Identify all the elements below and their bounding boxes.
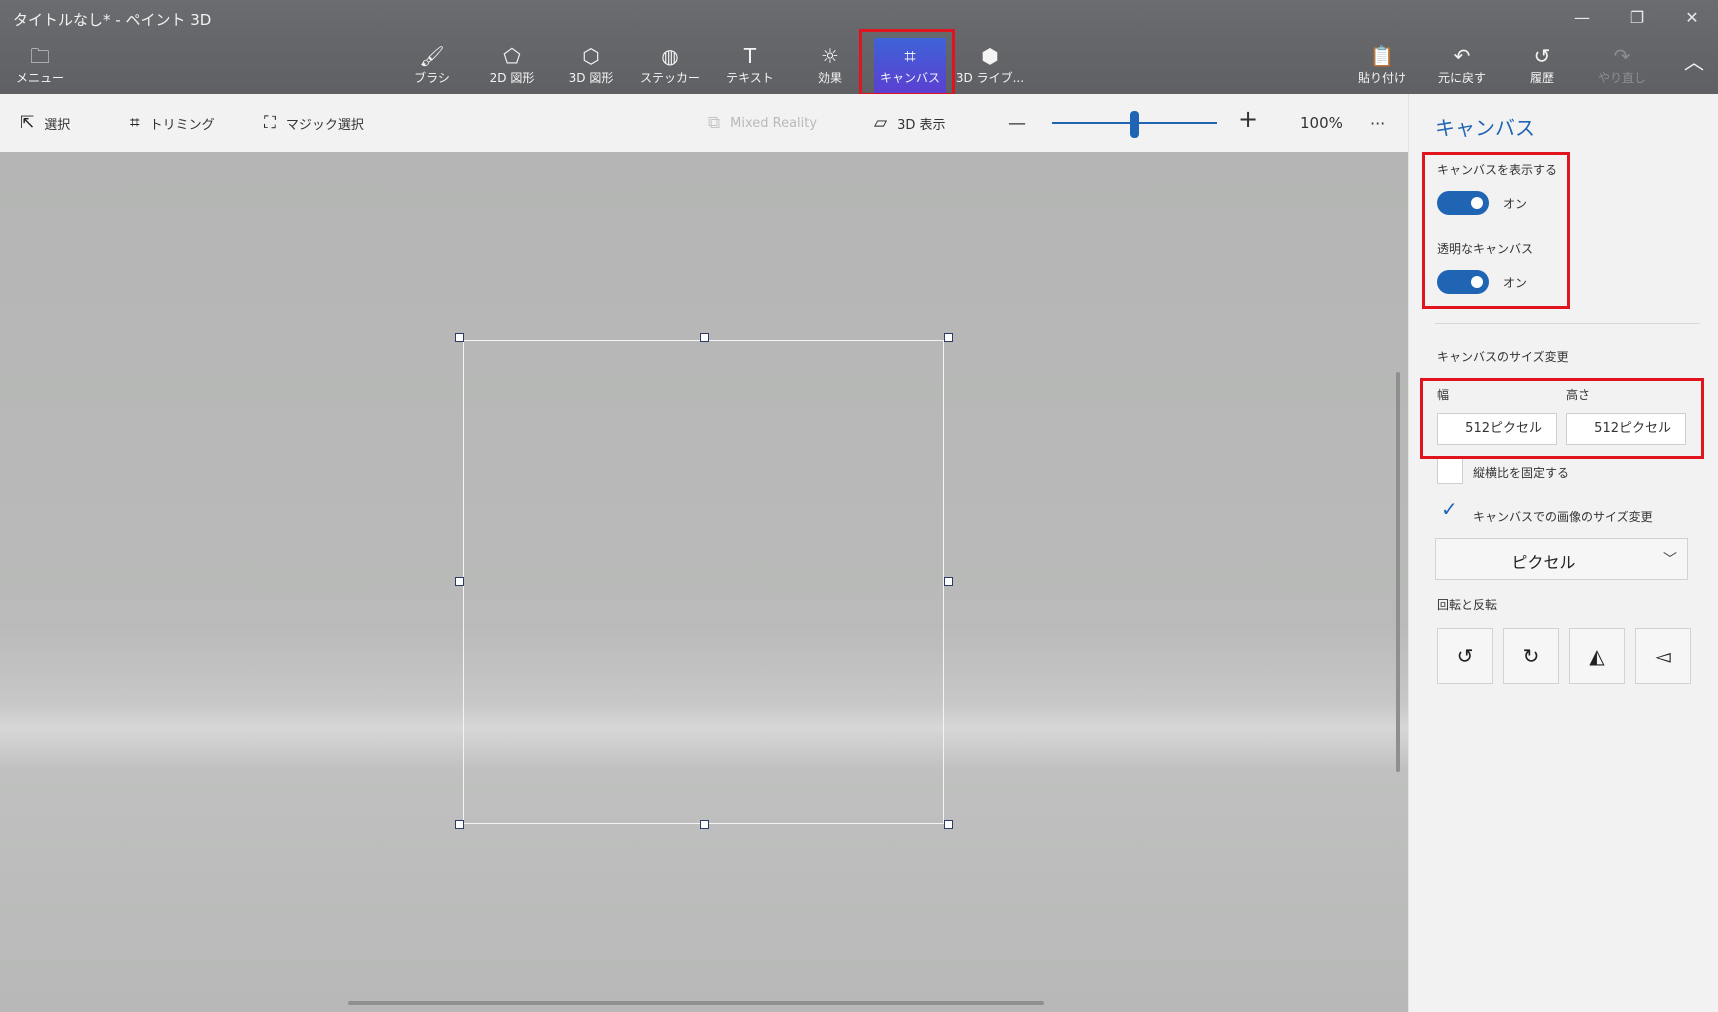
transparent-canvas-label: 透明なキャンバス — [1437, 242, 1534, 256]
flip-vertical-icon: ◅ — [1655, 644, 1671, 668]
height-label: 高さ — [1566, 388, 1591, 402]
zoom-out-button[interactable]: — — [1008, 111, 1026, 135]
resize-handle[interactable] — [455, 577, 464, 586]
redo-button[interactable]: ↷ やり直し — [1586, 44, 1658, 92]
3d-shapes-icon: ⬡ — [582, 44, 600, 68]
crop-tool[interactable]: ⌗ トリミング — [130, 111, 215, 135]
mixed-reality-icon: ⧉ — [708, 113, 721, 133]
magic-select-tool[interactable]: ⛶ マジック選択 — [264, 111, 364, 135]
tab-text[interactable]: T テキスト — [714, 44, 786, 92]
chevron-down-icon: ﹀ — [1663, 552, 1677, 568]
rotate-flip-label: 回転と反転 — [1437, 598, 1498, 612]
rotate-right-icon: ↻ — [1522, 644, 1540, 668]
resize-image-checkbox[interactable]: ✓ — [1441, 497, 1458, 521]
panel-title: キャンバス — [1435, 116, 1535, 140]
magic-select-icon: ⛶ — [264, 113, 276, 133]
tab-3d-shapes[interactable]: ⬡ 3D 図形 — [555, 44, 627, 92]
flip-horizontal-icon: ◭ — [1589, 644, 1605, 668]
chevron-up-icon: ︿ — [1684, 50, 1704, 74]
width-label: 幅 — [1437, 388, 1450, 402]
flip-vertical-button[interactable]: ◅ — [1635, 628, 1691, 684]
canvas-panel: キャンバス キャンバスを表示する オン 透明なキャンバス オン キャンバスのサイ… — [1408, 94, 1718, 1012]
rotate-left-button[interactable]: ↺ — [1437, 628, 1493, 684]
zoom-slider-thumb[interactable] — [1130, 111, 1139, 138]
tab-3d-library[interactable]: ⬢ 3D ライブ... — [954, 44, 1026, 92]
resize-label: キャンバスのサイズ変更 — [1437, 350, 1569, 364]
unit-dropdown[interactable]: ピクセル ﹀ — [1435, 538, 1688, 580]
folder-icon: 🗀 — [30, 44, 50, 68]
tab-stickers[interactable]: ◍ ステッカー — [634, 44, 706, 92]
tab-effects[interactable]: ☼ 効果 — [794, 44, 866, 92]
view-3d-icon: ▱ — [874, 113, 888, 133]
effects-icon: ☼ — [821, 44, 839, 68]
flip-horizontal-button[interactable]: ◭ — [1569, 628, 1625, 684]
lock-aspect-checkbox[interactable] — [1437, 458, 1463, 484]
resize-handle[interactable] — [944, 333, 953, 342]
crop-icon: ⌗ — [130, 113, 140, 133]
resize-handle[interactable] — [944, 820, 953, 829]
horizontal-scrollbar[interactable] — [348, 1001, 1044, 1005]
mixed-reality-button[interactable]: ⧉ Mixed Reality — [708, 111, 817, 135]
more-options-button[interactable]: ··· — [1370, 111, 1385, 135]
tool-options-bar: ⇱ 選択 ⌗ トリミング ⛶ マジック選択 ⧉ Mixed Reality ▱ … — [0, 94, 1408, 152]
brush-icon: 🖌 — [419, 44, 445, 68]
collapse-ribbon-button[interactable]: ︿ — [1674, 50, 1714, 98]
cursor-icon: ⇱ — [20, 113, 35, 133]
resize-handle[interactable] — [700, 820, 709, 829]
zoom-in-button[interactable]: + — [1238, 105, 1258, 133]
divider — [1435, 323, 1700, 324]
tab-canvas[interactable]: ⌗ キャンバス — [874, 38, 946, 94]
transparent-canvas-toggle[interactable] — [1437, 270, 1489, 294]
menu-button[interactable]: 🗀 メニュー — [4, 44, 76, 92]
unit-value: ピクセル — [1511, 553, 1576, 572]
history-icon: ↺ — [1533, 44, 1551, 68]
show-canvas-label: キャンバスを表示する — [1437, 163, 1558, 177]
minimize-button[interactable]: — — [1568, 6, 1596, 30]
undo-icon: ↶ — [1453, 44, 1471, 68]
resize-handle[interactable] — [944, 577, 953, 586]
close-button[interactable]: ✕ — [1678, 6, 1706, 30]
2d-shapes-icon: ⬠ — [503, 44, 521, 68]
redo-icon: ↷ — [1613, 44, 1631, 68]
rotate-left-icon: ↺ — [1456, 644, 1474, 668]
sticker-icon: ◍ — [661, 44, 679, 68]
text-icon: T — [743, 44, 757, 68]
undo-button[interactable]: ↶ 元に戻す — [1426, 44, 1498, 92]
tab-2d-shapes[interactable]: ⬠ 2D 図形 — [476, 44, 548, 92]
resize-handle[interactable] — [455, 333, 464, 342]
canvas-icon: ⌗ — [904, 44, 916, 68]
canvas-artboard[interactable] — [463, 340, 944, 824]
height-input[interactable]: 512ピクセル — [1566, 413, 1686, 445]
resize-handle[interactable] — [455, 820, 464, 829]
show-canvas-state: オン — [1503, 197, 1528, 211]
resize-handle[interactable] — [700, 333, 709, 342]
paste-button[interactable]: 📋 貼り付け — [1346, 44, 1418, 92]
lock-aspect-label: 縦横比を固定する — [1473, 466, 1570, 480]
window-title: タイトルなし* - ペイント 3D — [13, 11, 212, 29]
rotate-right-button[interactable]: ↻ — [1503, 628, 1559, 684]
transparent-canvas-state: オン — [1503, 276, 1528, 290]
tab-brushes[interactable]: 🖌 ブラシ — [396, 44, 468, 92]
app-ribbon: タイトルなし* - ペイント 3D — ❐ ✕ 🗀 メニュー 🖌 ブラシ ⬠ 2… — [0, 0, 1718, 94]
select-tool[interactable]: ⇱ 選択 — [20, 111, 70, 135]
paste-icon: 📋 — [1369, 44, 1395, 68]
3d-library-icon: ⬢ — [981, 44, 999, 68]
show-canvas-toggle[interactable] — [1437, 191, 1489, 215]
vertical-scrollbar[interactable] — [1396, 372, 1400, 772]
restore-button[interactable]: ❐ — [1623, 6, 1651, 30]
width-input[interactable]: 512ピクセル — [1437, 413, 1557, 445]
workspace[interactable] — [0, 152, 1408, 1012]
zoom-level: 100% — [1300, 114, 1343, 132]
history-button[interactable]: ↺ 履歴 — [1506, 44, 1578, 92]
resize-image-label: キャンバスでの画像のサイズ変更 — [1473, 510, 1653, 524]
view-3d-button[interactable]: ▱ 3D 表示 — [874, 111, 946, 135]
